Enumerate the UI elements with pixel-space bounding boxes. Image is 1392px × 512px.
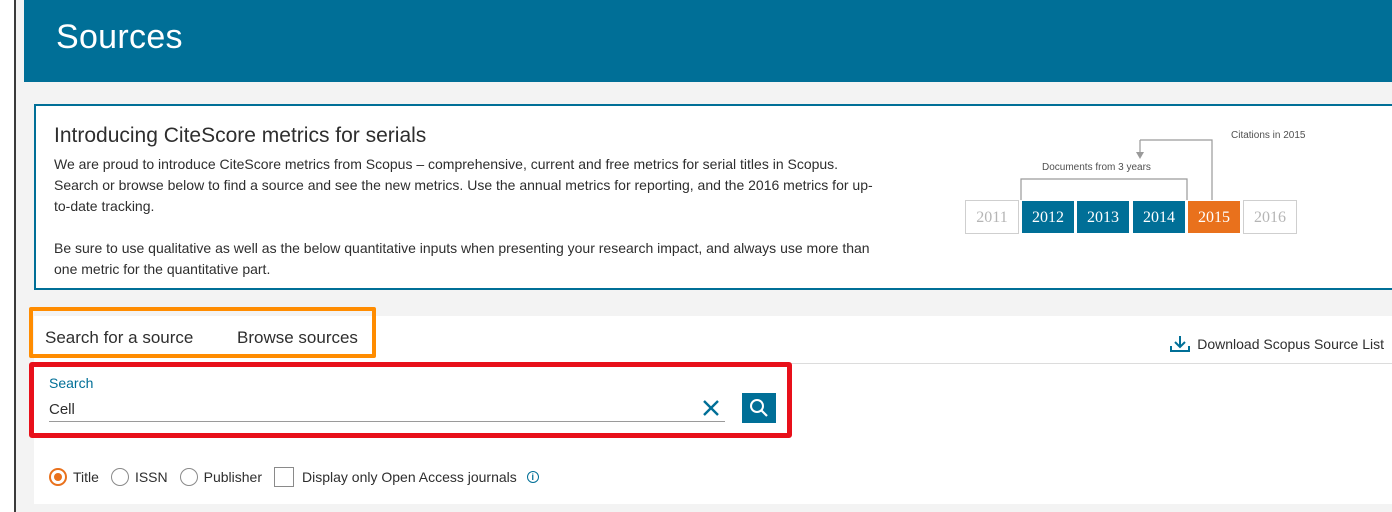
open-access-label: Display only Open Access journals [302, 469, 517, 485]
open-access-checkbox[interactable] [274, 467, 294, 487]
year-2014: 2014 [1132, 200, 1186, 234]
radio-issn-label: ISSN [134, 469, 168, 485]
info-icon[interactable]: i [526, 471, 539, 483]
citations-label: Citations in 2015 [1231, 130, 1306, 141]
year-2013: 2013 [1076, 200, 1130, 234]
download-icon [1170, 336, 1191, 352]
search-options: Title ISSN Publisher Display only Open A… [49, 467, 539, 487]
year-2015: 2015 [1187, 200, 1241, 234]
citescore-intro-panel: Introducing CiteScore metrics for serial… [34, 104, 1392, 290]
radio-title-label: Title [73, 469, 99, 485]
citescore-years-graphic: Citations in 2015 Documents from 3 years… [962, 126, 1306, 236]
radio-publisher[interactable] [179, 468, 198, 486]
year-2011: 2011 [965, 200, 1019, 234]
intro-paragraph-1: We are proud to introduce CiteScore metr… [54, 156, 873, 214]
search-highlight-box [29, 362, 792, 438]
radio-publisher-label: Publisher [203, 469, 262, 485]
intro-paragraph-2: Be sure to use qualitative as well as th… [54, 240, 870, 277]
intro-heading: Introducing CiteScore metrics for serial… [54, 124, 427, 147]
year-2012: 2012 [1021, 200, 1075, 234]
tabs-highlight-box [29, 307, 376, 358]
download-label: Download Scopus Source List [1197, 336, 1384, 352]
page-header: Sources [24, 0, 1392, 82]
documents-label: Documents from 3 years [1042, 162, 1151, 173]
radio-title[interactable] [49, 468, 67, 486]
download-source-list-link[interactable]: Download Scopus Source List [1169, 334, 1384, 354]
year-2016: 2016 [1243, 200, 1297, 234]
page-title: Sources [56, 18, 183, 56]
radio-issn[interactable] [110, 468, 129, 486]
